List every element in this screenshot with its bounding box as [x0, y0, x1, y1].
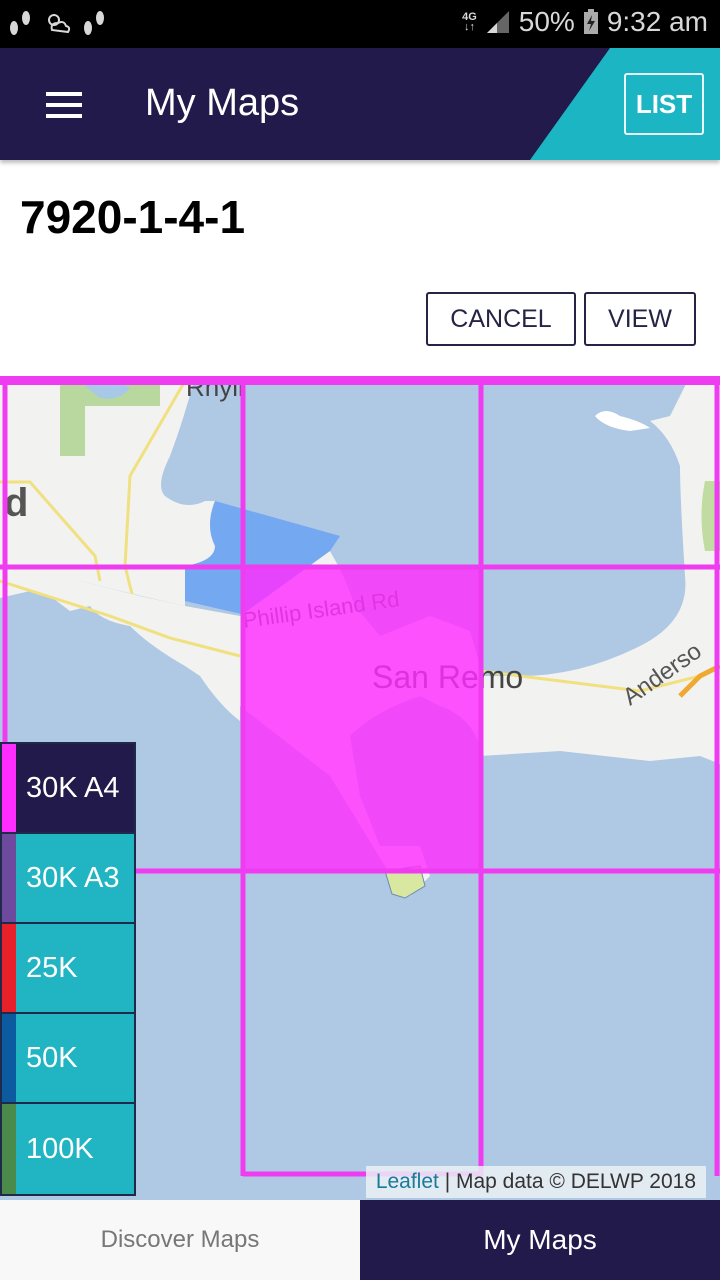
signal-icon: [486, 11, 509, 33]
app-header: My Maps LIST: [0, 48, 720, 160]
cancel-button[interactable]: CANCEL: [426, 292, 576, 346]
list-button[interactable]: LIST: [624, 73, 704, 135]
view-button[interactable]: VIEW: [584, 292, 696, 346]
legend-item-30k-a4[interactable]: 30K A4: [2, 744, 134, 834]
land-mainland-east: [480, 376, 720, 764]
legend-label: 25K: [26, 951, 78, 984]
battery-percent: 50%: [518, 6, 575, 37]
network-type: 4G ↓↑: [462, 11, 477, 33]
legend-item-25k[interactable]: 25K: [2, 924, 134, 1014]
scale-legend: 30K A4 30K A3 25K 50K 100K: [0, 742, 136, 1196]
legend-label: 30K A3: [26, 861, 120, 894]
system-status: 4G ↓↑ 50% 9:32 am: [462, 6, 708, 38]
footsteps-icon: [84, 11, 104, 35]
legend-swatch: [2, 1104, 16, 1194]
place-label-partial: d: [4, 481, 28, 525]
hamburger-menu-icon[interactable]: [46, 92, 82, 118]
status-bar: 4G ↓↑ 50% 9:32 am: [0, 0, 720, 48]
legend-item-50k[interactable]: 50K: [2, 1014, 134, 1104]
battery-charging-icon: [583, 9, 598, 34]
notification-icons: [8, 8, 108, 38]
legend-swatch: [2, 744, 16, 832]
weather-icon: [48, 14, 71, 34]
legend-item-30k-a3[interactable]: 30K A3: [2, 834, 134, 924]
land-mainland-west: [0, 376, 215, 606]
legend-swatch: [2, 1014, 16, 1102]
tab-discover-maps[interactable]: Discover Maps: [0, 1200, 360, 1280]
leaflet-link[interactable]: Leaflet: [376, 1170, 439, 1193]
footsteps-icon: [10, 11, 30, 35]
map-attribution: Leaflet | Map data © DELWP 2018: [365, 1166, 706, 1198]
map-sheet-id: 7920-1-4-1: [20, 191, 246, 243]
page-title: My Maps: [145, 82, 300, 124]
legend-label: 50K: [26, 1041, 78, 1074]
bottom-nav: Discover Maps My Maps: [0, 1200, 720, 1280]
selected-map-tile[interactable]: [243, 567, 481, 871]
legend-label: 30K A4: [26, 771, 120, 804]
legend-swatch: [2, 924, 16, 1012]
map-view[interactable]: Rhyll d Phillip Island Rd San Remo Ander…: [0, 376, 720, 1200]
legend-swatch: [2, 834, 16, 922]
attribution-separator: |: [438, 1170, 456, 1193]
map-detail-panel: 7920-1-4-1 CANCEL VIEW: [0, 160, 720, 376]
tab-my-maps[interactable]: My Maps: [360, 1200, 720, 1280]
clock: 9:32 am: [606, 6, 708, 37]
legend-label: 100K: [26, 1132, 94, 1165]
surf-foam: [595, 411, 650, 431]
legend-item-100k[interactable]: 100K: [2, 1104, 134, 1194]
attribution-text: Map data © DELWP 2018: [456, 1170, 696, 1193]
